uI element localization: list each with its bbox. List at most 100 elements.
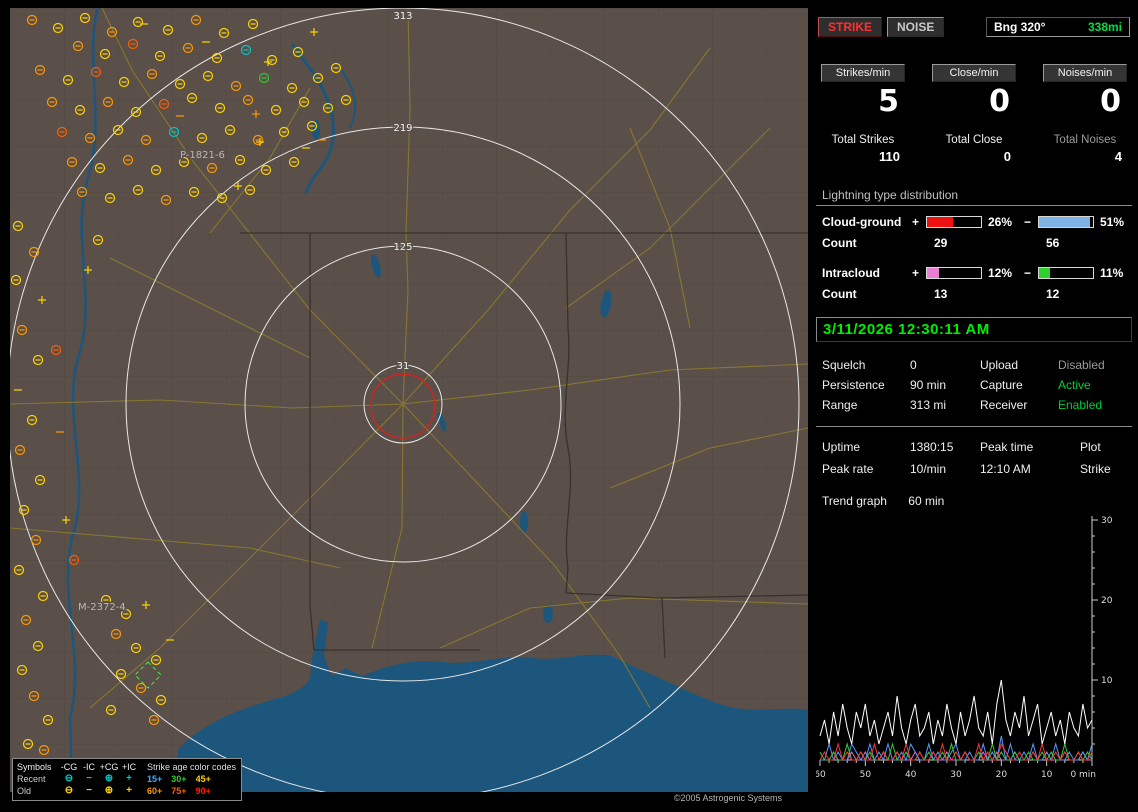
- receiver-status: Enabled: [1058, 398, 1103, 412]
- count-label: Count: [822, 287, 857, 301]
- total-strikes: Total Strikes 110: [821, 134, 905, 164]
- age-code-45+: 45+: [195, 774, 211, 784]
- total-strikes-label: Total Strikes: [831, 134, 895, 146]
- trend-header: Trend graph 60 min: [816, 494, 1132, 508]
- noises-per-min-box: Noises/min: [1043, 64, 1127, 82]
- intracloud-count-row: Count 13 12: [816, 287, 1132, 301]
- uptime-label: Uptime: [822, 440, 861, 454]
- upload-status: Disabled: [1058, 358, 1105, 372]
- total-noises: Total Noises 4: [1043, 134, 1127, 164]
- y-tick-label: 10: [1101, 676, 1113, 686]
- legend-cell: +CG: [99, 762, 119, 772]
- legend-cell: −: [86, 773, 92, 784]
- ic-positive-bar: [926, 267, 982, 279]
- ic-negative-bar: [1038, 267, 1094, 279]
- x-tick-label: 30: [950, 770, 962, 780]
- total-close-value: 0: [1003, 149, 1011, 164]
- map-legend: Symbols -CG -IC +CG +IC Recent ⊖ − ⊕ + Old ⊖ − ⊕ + Str…: [12, 758, 243, 801]
- peak-time-value: 12:10 AM: [980, 462, 1031, 476]
- uptime-value: 1380:15: [910, 440, 954, 454]
- lake: [543, 605, 553, 623]
- legend-cell: −: [86, 785, 92, 796]
- range-ring-label: 31: [397, 361, 410, 372]
- map-canvas: 313 219 125 31 P-1821-6 M-2372-4: [10, 8, 808, 804]
- legend-cell: ⊖: [64, 785, 74, 796]
- ic-positive-pct: 12%: [988, 266, 1013, 280]
- panel-top-row: STRIKE NOISE Bng 320° 338mi: [818, 17, 1130, 37]
- trend-series-cg-negative: [820, 735, 1093, 762]
- capture-status: Active: [1058, 378, 1091, 392]
- trend-graph-label: Trend graph: [822, 494, 887, 508]
- cg-negative-count: 56: [1046, 236, 1060, 250]
- rate-values-row: 5 0 0: [816, 84, 1132, 119]
- bearing-display: Bng 320° 338mi: [986, 17, 1130, 37]
- total-strikes-value: 110: [879, 149, 900, 164]
- distribution-title: Lightning type distribution: [816, 188, 1132, 206]
- ic-negative-pct: 11%: [1100, 266, 1124, 280]
- plus-sign: +: [912, 215, 920, 229]
- age-code-60+: 60+: [147, 786, 163, 796]
- total-close-label: Total Close: [945, 134, 1003, 146]
- strikes-per-min-value: 5: [878, 84, 899, 119]
- total-noises-label: Total Noises: [1053, 134, 1117, 146]
- settings-grid: Squelch 0 Upload Disabled Persistence 90…: [816, 355, 1132, 415]
- y-tick-label: 20: [1101, 596, 1113, 606]
- app-window: { "map": { "center": {"x": 393, "y": 396…: [0, 0, 1138, 812]
- legend-cell: +IC: [121, 762, 137, 772]
- close-per-min-value: 0: [989, 84, 1010, 119]
- total-close: Total Close 0: [932, 134, 1016, 164]
- legend-cell: -IC: [83, 762, 95, 772]
- divider: [816, 426, 1132, 427]
- age-code-75+: 75+: [171, 786, 187, 796]
- age-code-15+: 15+: [147, 774, 163, 784]
- x-tick-label: 20: [996, 770, 1008, 780]
- ic-negative-count: 12: [1046, 287, 1060, 301]
- intracloud-block: Intracloud + 12% − 11% Count 13 12: [816, 266, 1132, 301]
- ic-positive-count: 13: [934, 287, 948, 301]
- symbols-legend: Symbols -CG -IC +CG +IC Recent ⊖ − ⊕ + Old ⊖ − ⊕ +: [17, 761, 139, 797]
- legend-cell: ⊖: [64, 773, 74, 784]
- legend-cell: Symbols: [17, 762, 52, 772]
- plot-value: Strike: [1080, 462, 1111, 476]
- y-tick-label: 30: [1101, 516, 1113, 526]
- legend-cell: +: [126, 773, 132, 784]
- noise-button[interactable]: NOISE: [887, 17, 945, 37]
- legend-cell: Recent: [17, 774, 46, 784]
- peak-rate-value: 10/min: [910, 462, 947, 476]
- count-label: Count: [822, 236, 857, 250]
- copyright-text: ©2005 Astrogenic Systems: [673, 793, 782, 803]
- cloud-ground-block: Cloud-ground + 26% − 51% Count 29 56: [816, 215, 1132, 250]
- station-label: M-2372-4: [78, 602, 126, 613]
- close-per-min-box: Close/min: [932, 64, 1016, 82]
- x-tick-label: 60: [816, 770, 826, 780]
- x-tick-label: 40: [905, 770, 917, 780]
- cg-positive-count: 29: [934, 236, 948, 250]
- station-label: P-1821-6: [180, 150, 225, 161]
- total-noises-value: 4: [1114, 149, 1122, 164]
- intracloud-row: Intracloud + 12% − 11%: [816, 266, 1132, 280]
- trend-series-strike-rate: [819, 679, 1093, 745]
- capture-label: Capture: [980, 378, 1023, 392]
- x-tick-label: 10: [1041, 770, 1053, 780]
- strikes-per-min-box: Strikes/min: [821, 64, 905, 82]
- status-panel: STRIKE NOISE Bng 320° 338mi Strikes/min …: [816, 8, 1132, 804]
- datetime-display: 3/11/2026 12:30:11 AM: [816, 317, 1132, 342]
- cg-positive-bar: [926, 216, 982, 228]
- x-tick-label: 0 min: [1070, 770, 1096, 780]
- bearing-distance: 338mi: [1087, 20, 1122, 34]
- persistence-value: 90 min: [910, 378, 947, 392]
- receiver-label: Receiver: [980, 398, 1028, 412]
- cg-positive-pct: 26%: [988, 215, 1013, 229]
- minus-sign: −: [1024, 215, 1032, 229]
- trend-window: 60 min: [908, 494, 945, 508]
- range-ring-label: 219: [393, 123, 412, 134]
- age-row-recent: 15+ 30+ 45+: [147, 773, 236, 785]
- cg-negative-bar: [1038, 216, 1094, 228]
- squelch-label: Squelch: [822, 358, 866, 372]
- cloud-ground-label: Cloud-ground: [822, 215, 902, 229]
- lightning-map[interactable]: 313 219 125 31 P-1821-6 M-2372-4 Symbols -CG -I…: [10, 8, 808, 804]
- cloud-ground-count-row: Count 29 56: [816, 236, 1132, 250]
- range-label: Range: [822, 398, 858, 412]
- strike-button[interactable]: STRIKE: [818, 17, 883, 37]
- plus-sign: +: [912, 266, 920, 280]
